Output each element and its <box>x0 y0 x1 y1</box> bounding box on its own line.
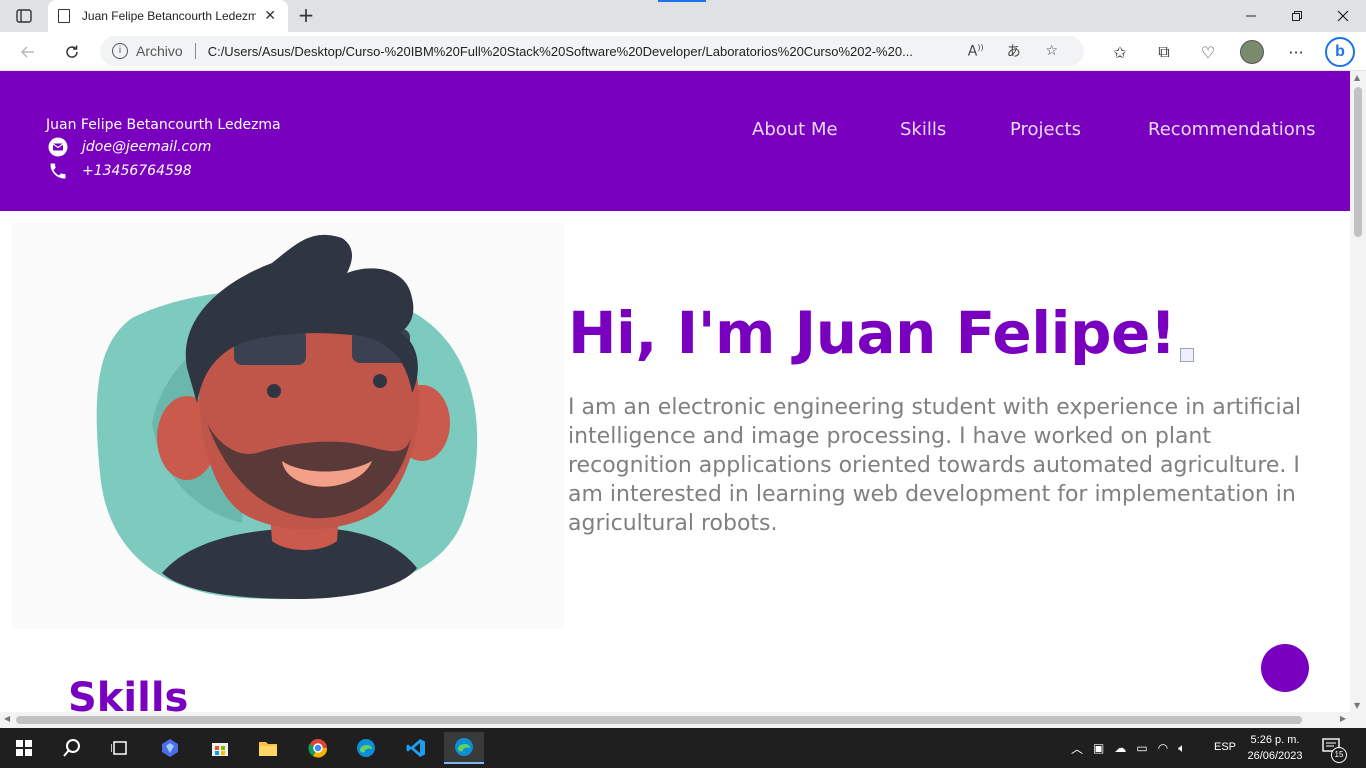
close-window-button[interactable] <box>1320 0 1366 32</box>
restore-button[interactable] <box>1274 0 1320 32</box>
clock-date: 26/06/2023 <box>1247 750 1303 762</box>
task-view-icon[interactable] <box>100 732 140 764</box>
phone-icon <box>46 161 70 181</box>
address-prefix: Archivo <box>136 43 183 59</box>
nav-recommendations[interactable]: Recommendations <box>1148 119 1316 140</box>
address-bar[interactable]: i Archivo C:/Users/Asus/Desktop/Curso-%2… <box>100 36 1084 66</box>
windows-taskbar: ︿ ▣ ☁ ▭ ◠ 🔈︎ ESP 5:26 p. m. 26/06/2023 1… <box>0 728 1366 768</box>
meet-now-icon[interactable]: ▣ <box>1093 741 1104 755</box>
nav-projects[interactable]: Projects <box>1010 119 1081 140</box>
tab-actions-icon[interactable] <box>10 7 38 25</box>
system-tray: ︿ ▣ ☁ ▭ ◠ 🔈︎ <box>1066 728 1190 768</box>
hero-description: I am an electronic engineering student w… <box>568 395 1302 536</box>
collections-icon[interactable]: ⧉ <box>1142 38 1186 66</box>
search-icon[interactable] <box>52 732 92 764</box>
onedrive-cloud-icon[interactable]: ☁ <box>1114 741 1126 755</box>
bing-copilot-icon[interactable]: b <box>1318 37 1362 67</box>
tab-title: Juan Felipe Betancourth Ledezma <box>81 9 257 23</box>
browser-toolbar: i Archivo C:/Users/Asus/Desktop/Curso-%2… <box>0 32 1366 71</box>
horizontal-scroll-thumb[interactable] <box>16 716 1302 724</box>
scroll-left-icon[interactable]: ◀ <box>4 714 10 723</box>
translate-icon[interactable]: あ <box>1004 41 1024 61</box>
broken-image-icon <box>1180 348 1194 362</box>
scroll-top-button[interactable] <box>1261 644 1309 692</box>
document-icon <box>58 9 70 23</box>
vertical-scroll-thumb[interactable] <box>1354 87 1362 237</box>
email-icon <box>46 137 70 157</box>
loading-indicator <box>658 0 706 2</box>
skills-heading: Skills <box>68 675 189 712</box>
phone-contact: +13456764598 <box>46 161 192 181</box>
site-header: Juan Felipe Betancourth Ledezma jdoe@jee… <box>0 71 1350 211</box>
scrollbar-corner <box>1350 712 1366 728</box>
browser-titlebar: Juan Felipe Betancourth Ledezma ✕ + <box>0 0 1366 32</box>
refresh-button[interactable] <box>58 38 86 66</box>
store-icon[interactable] <box>200 732 240 764</box>
scroll-down-icon[interactable]: ▼ <box>1354 701 1360 710</box>
edge-icon[interactable] <box>346 732 386 764</box>
battery-icon[interactable]: ▭ <box>1136 741 1147 755</box>
vertical-scrollbar[interactable]: ▲ ▼ <box>1350 71 1366 712</box>
copilot-app-icon[interactable] <box>150 732 190 764</box>
vscode-icon[interactable] <box>396 732 436 764</box>
edge-active-icon[interactable] <box>444 732 484 764</box>
nav-skills[interactable]: Skills <box>900 119 946 140</box>
phone-text[interactable]: +13456764598 <box>82 163 192 179</box>
new-tab-button[interactable]: + <box>294 4 318 28</box>
favorites-icon[interactable]: ✩ <box>1098 38 1142 66</box>
nav-about-me[interactable]: About Me <box>752 119 838 140</box>
url-text[interactable]: C:/Users/Asus/Desktop/Curso-%20IBM%20Ful… <box>208 44 948 59</box>
window-controls <box>1228 0 1366 32</box>
more-menu-icon[interactable]: ··· <box>1274 38 1318 66</box>
horizontal-scrollbar[interactable]: ◀ ▶ <box>0 712 1350 728</box>
site-name: Juan Felipe Betancourth Ledezma <box>46 117 281 133</box>
tab-close-icon[interactable]: ✕ <box>262 8 278 24</box>
volume-icon[interactable]: 🔈︎ <box>1178 741 1185 756</box>
favorite-star-icon[interactable]: ☆ <box>1042 43 1062 59</box>
wifi-icon[interactable]: ◠ <box>1158 741 1168 755</box>
hero-title: Hi, I'm Juan Felipe! <box>568 299 1176 367</box>
read-aloud-icon[interactable]: A)) <box>966 43 986 60</box>
email-contact: jdoe@jeemail.com <box>46 137 211 157</box>
email-text[interactable]: jdoe@jeemail.com <box>82 139 211 155</box>
file-explorer-icon[interactable] <box>248 732 288 764</box>
back-button[interactable] <box>14 38 42 66</box>
clock-time: 5:26 p. m. <box>1250 734 1300 746</box>
page-viewport: Juan Felipe Betancourth Ledezma jdoe@jee… <box>0 71 1350 712</box>
info-icon[interactable]: i <box>112 43 128 59</box>
clock[interactable]: 5:26 p. m. 26/06/2023 <box>1244 732 1306 764</box>
browser-tab[interactable]: Juan Felipe Betancourth Ledezma ✕ <box>48 0 288 32</box>
profile-illustration <box>12 223 564 629</box>
address-separator <box>194 43 196 59</box>
scroll-right-icon[interactable]: ▶ <box>1340 714 1346 723</box>
chrome-icon[interactable] <box>298 732 338 764</box>
scroll-up-icon[interactable]: ▲ <box>1354 73 1360 82</box>
browser-essentials-icon[interactable]: ♡ <box>1186 38 1230 66</box>
notification-count-badge: 15 <box>1331 747 1347 763</box>
language-indicator[interactable]: ESP <box>1214 741 1236 753</box>
start-windows-icon[interactable] <box>4 732 44 764</box>
minimize-button[interactable] <box>1228 0 1274 32</box>
chevron-up-icon[interactable]: ︿ <box>1071 740 1083 757</box>
profile-avatar[interactable] <box>1230 38 1274 66</box>
